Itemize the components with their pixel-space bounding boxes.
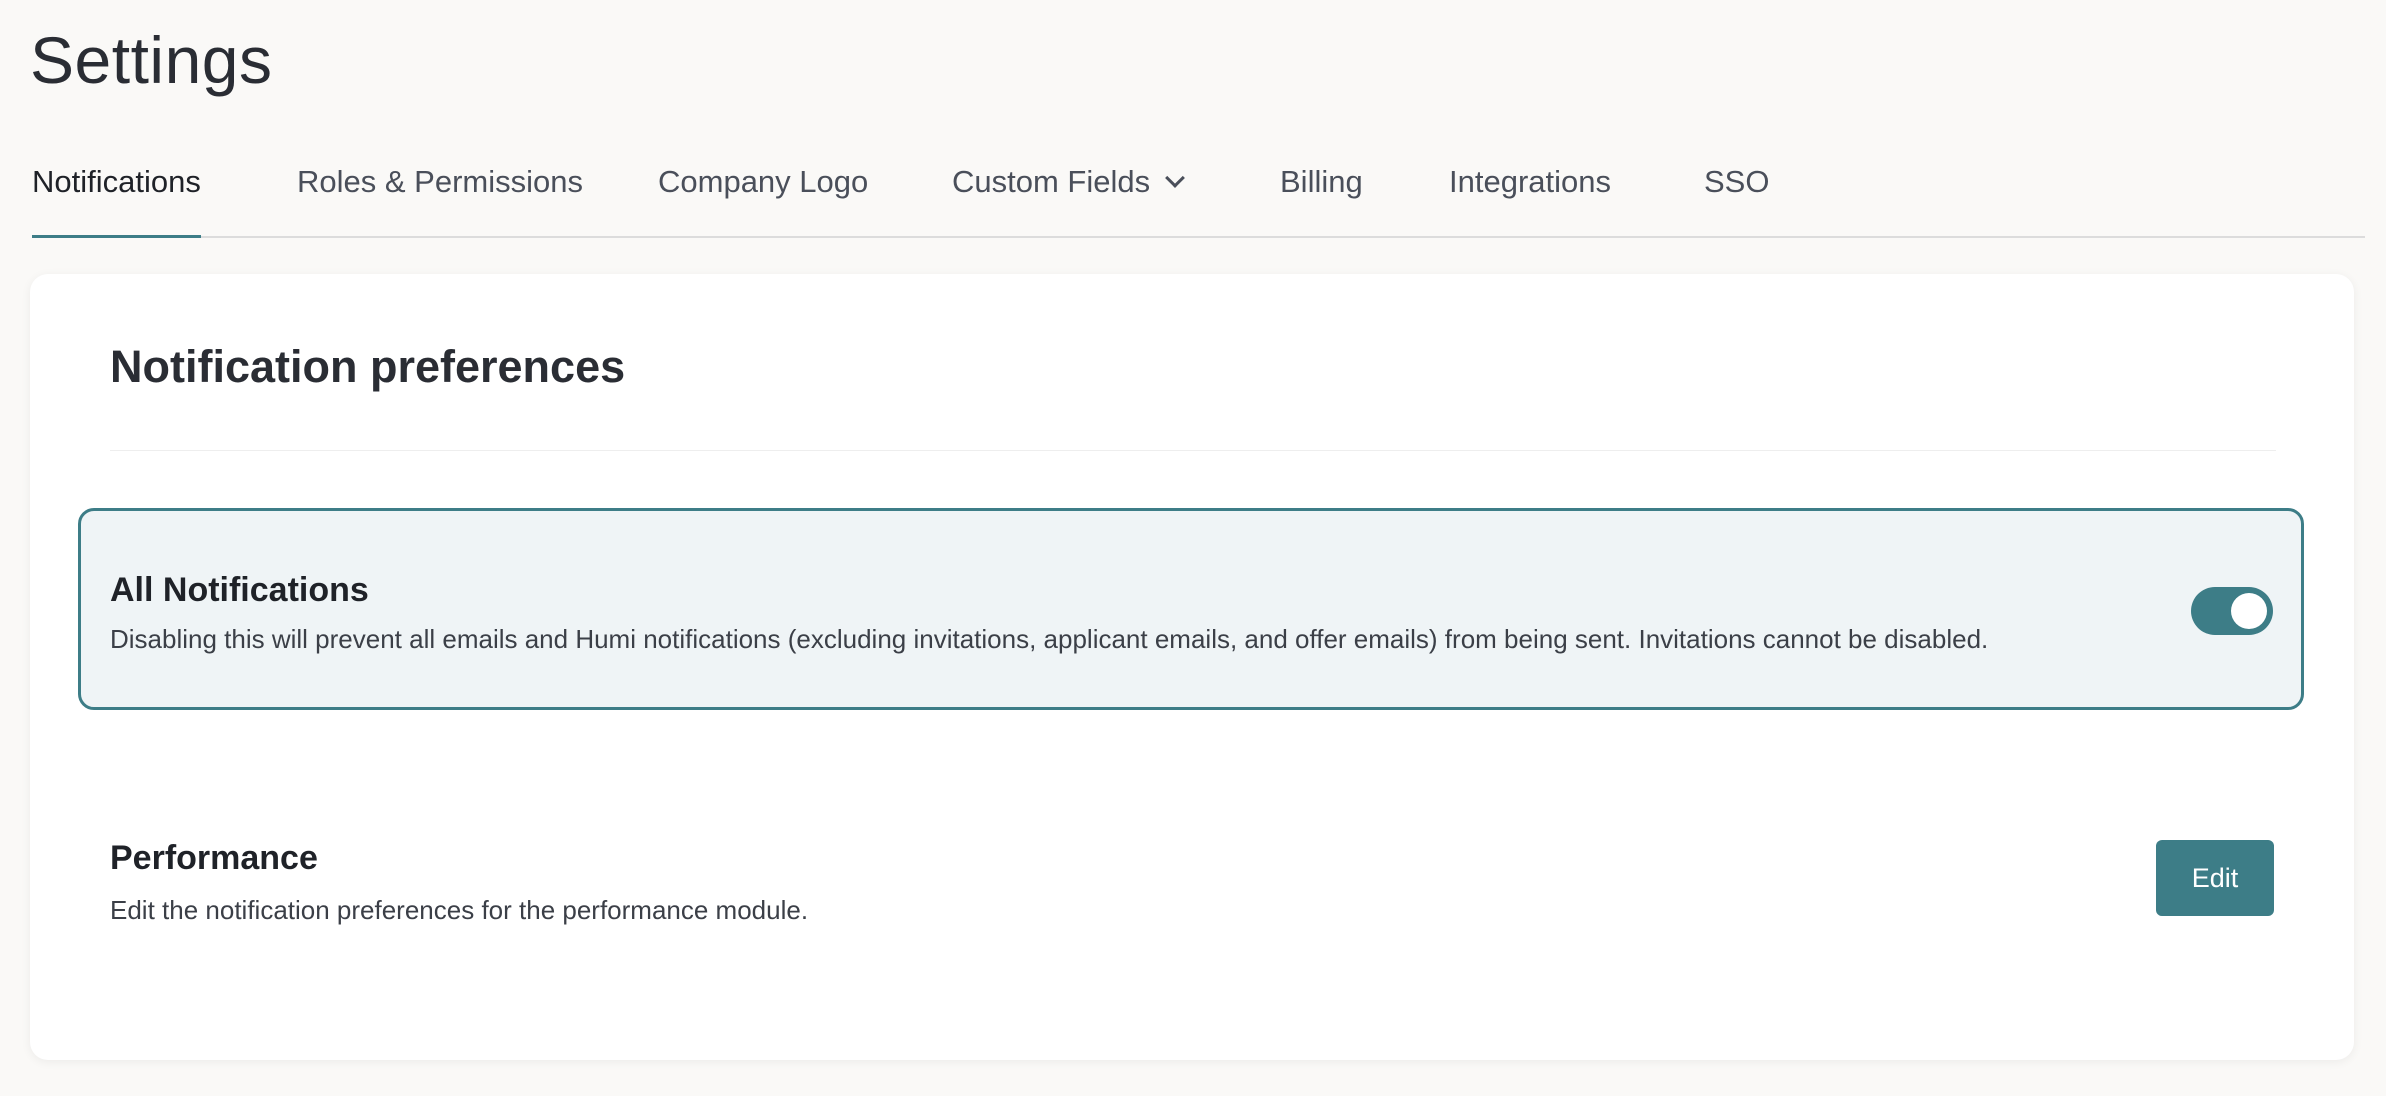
tab-label: Company Logo: [658, 164, 869, 199]
toggle-knob: [2231, 593, 2267, 629]
settings-tabs: Notifications Roles & Permissions Compan…: [32, 140, 2365, 238]
performance-description: Edit the notification preferences for th…: [110, 895, 809, 925]
tab-label: Notifications: [32, 164, 201, 199]
all-notifications-description: Disabling this will prevent all emails a…: [110, 624, 1989, 654]
tab-label: Billing: [1280, 164, 1363, 199]
tab-company-logo[interactable]: Company Logo: [658, 162, 868, 236]
tab-billing[interactable]: Billing: [1280, 162, 1363, 236]
all-notifications-title: All Notifications: [110, 571, 369, 609]
tab-roles-permissions[interactable]: Roles & Permissions: [297, 162, 583, 236]
tab-label: Integrations: [1449, 164, 1611, 199]
chevron-down-icon: [1165, 168, 1186, 188]
performance-edit-button[interactable]: Edit: [2156, 840, 2274, 916]
all-notifications-row: All Notifications Disabling this will pr…: [78, 508, 2304, 710]
tab-custom-fields[interactable]: Custom Fields: [952, 162, 1186, 236]
page-title: Settings: [30, 23, 273, 97]
performance-title: Performance: [110, 839, 318, 877]
tab-sso[interactable]: SSO: [1704, 162, 1769, 236]
settings-page: Settings Notifications Roles & Permissio…: [0, 0, 2386, 1096]
notification-preferences-card: Notification preferences All Notificatio…: [30, 274, 2354, 1060]
divider: [110, 450, 2276, 451]
tab-label: Custom Fields: [952, 164, 1151, 199]
tab-integrations[interactable]: Integrations: [1449, 162, 1611, 236]
tab-label: Roles & Permissions: [297, 164, 583, 199]
tab-label: SSO: [1704, 164, 1770, 199]
all-notifications-toggle[interactable]: [2191, 587, 2273, 635]
tab-notifications[interactable]: Notifications: [32, 162, 201, 238]
card-title: Notification preferences: [110, 341, 626, 392]
